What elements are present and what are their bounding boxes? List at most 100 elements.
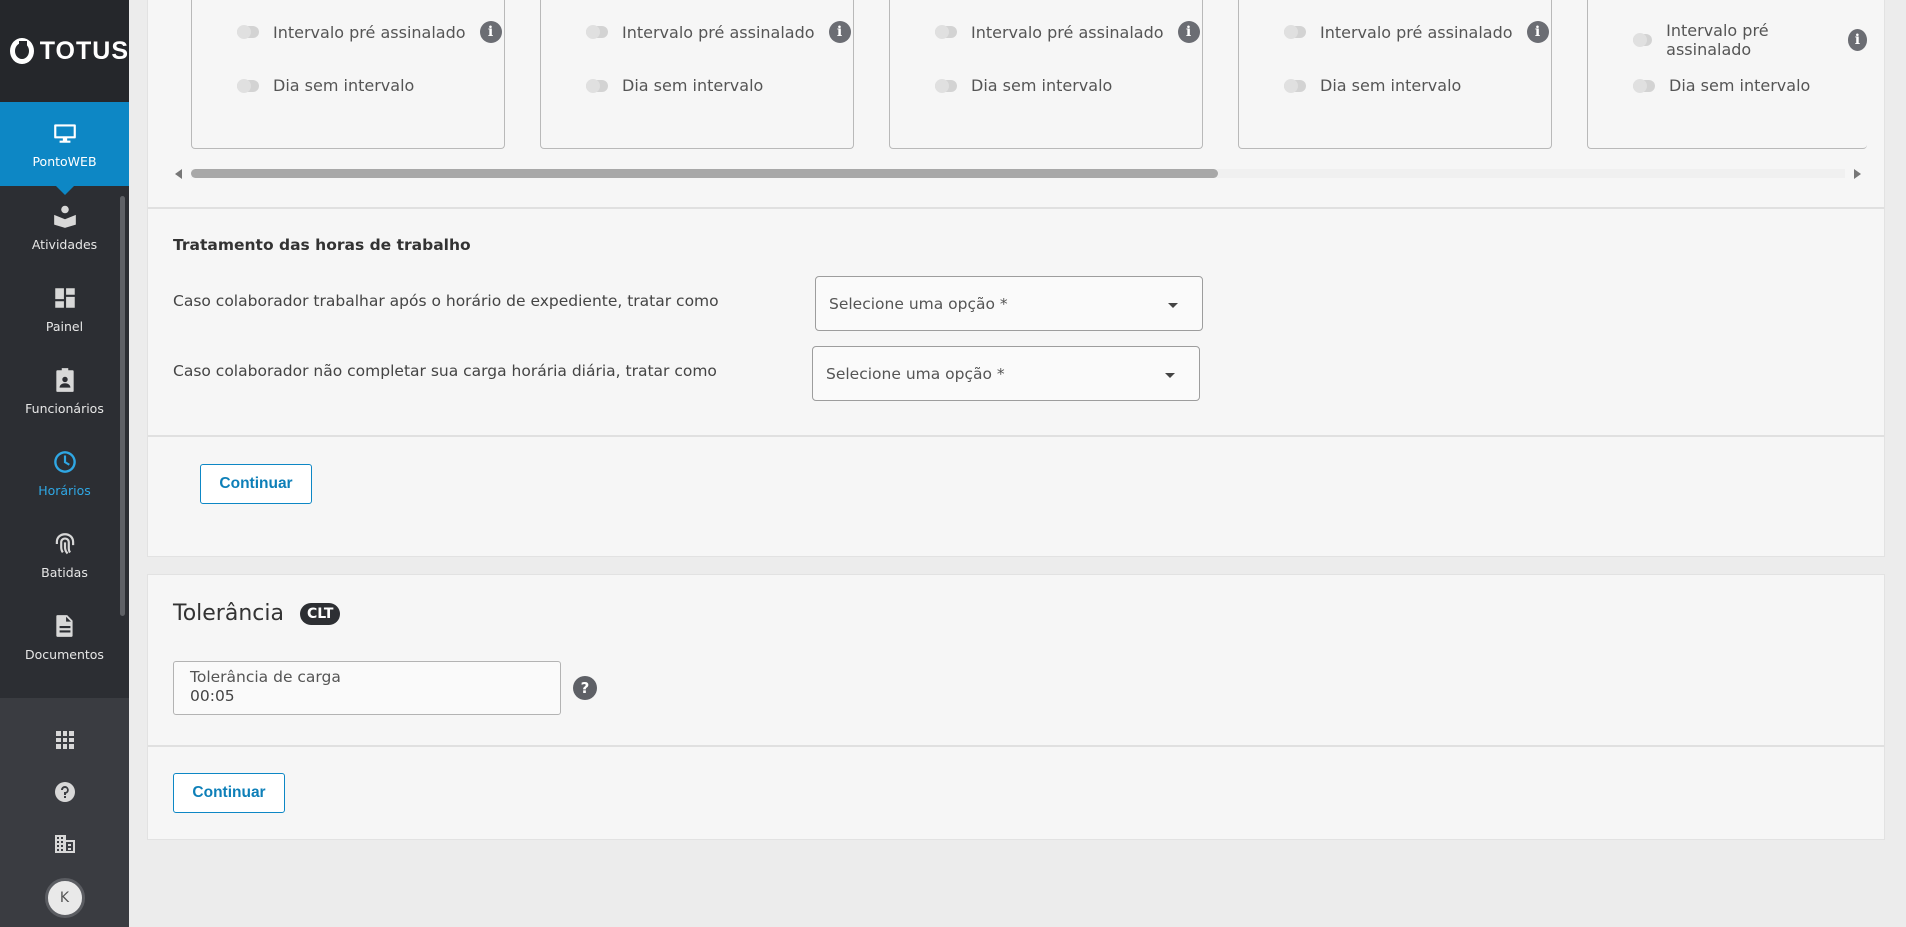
info-icon[interactable]: i [1526, 21, 1549, 43]
book-user-icon [53, 205, 76, 228]
day-card: Intervalo pré assinalado i Dia sem inter… [1587, 0, 1867, 149]
document-icon [55, 614, 73, 637]
sidebar-item-label: Painel [45, 318, 84, 334]
cards-horizontal-scrollbar[interactable] [173, 166, 1863, 180]
load-tolerance-value: 00:05 [190, 687, 235, 705]
sidebar-item-label: Documentos [25, 646, 104, 662]
sidebar-scrollbar[interactable] [120, 196, 125, 616]
toggle-row-no-break: Dia sem intervalo [935, 76, 1112, 95]
badge-icon [55, 367, 74, 392]
fingerprint-icon [55, 532, 74, 554]
continue-button[interactable]: Continuar [200, 464, 312, 504]
toggle-label: Intervalo pré assinalado [273, 22, 466, 42]
monitor-icon [53, 123, 76, 143]
sidebar-nav: PontoWEB Atividades Painel Funcionários … [0, 102, 129, 697]
divider [148, 745, 1884, 747]
undertime-select[interactable]: Selecione uma opção * [812, 346, 1200, 401]
divider [148, 207, 1884, 209]
toggle-row-pre-assigned: Intervalo pré assinalado i [935, 21, 1200, 43]
info-icon[interactable]: i [1847, 29, 1867, 51]
sidebar-item-pontoweb[interactable]: PontoWEB [0, 102, 129, 195]
undertime-select-value: Selecione uma opção * [826, 364, 1005, 383]
schedule-panel: Intervalo pré assinalado i Dia sem inter… [147, 0, 1885, 557]
no-break-toggle[interactable] [935, 78, 957, 93]
sidebar-item-label: Batidas [41, 564, 88, 580]
sidebar-item-horarios[interactable]: Horários [0, 432, 129, 514]
pre-assigned-toggle[interactable] [935, 25, 957, 39]
help-button[interactable] [0, 766, 129, 818]
help-icon[interactable]: ? [573, 676, 597, 700]
work-hours-title: Tratamento das horas de trabalho [173, 236, 471, 254]
help-circle-icon [54, 782, 75, 802]
scroll-left-arrow-icon[interactable] [175, 169, 182, 179]
continue-button[interactable]: Continuar [173, 773, 285, 813]
day-card: Intervalo pré assinalado i Dia sem inter… [1238, 0, 1552, 149]
toggle-label: Dia sem intervalo [622, 76, 764, 95]
pre-assigned-toggle[interactable] [237, 25, 259, 39]
chevron-down-icon [1168, 303, 1178, 308]
no-break-toggle[interactable] [1633, 78, 1655, 93]
clock-icon [53, 450, 76, 473]
undertime-label: Caso colaborador não completar sua carga… [173, 362, 717, 380]
day-card: Intervalo pré assinalado i Dia sem inter… [191, 0, 505, 149]
load-tolerance-field[interactable]: Tolerância de carga 00:05 [173, 661, 561, 715]
info-icon[interactable]: i [828, 21, 851, 43]
toggle-label: Intervalo pré assinalado [971, 22, 1164, 42]
toggle-row-no-break: Dia sem intervalo [1284, 76, 1461, 95]
brand-logo[interactable]: TOTUS [0, 0, 129, 102]
chevron-down-icon [1165, 373, 1175, 378]
toggle-label: Dia sem intervalo [1320, 76, 1462, 95]
sidebar-item-label: Atividades [31, 236, 98, 252]
info-icon[interactable]: i [479, 21, 502, 43]
sidebar: TOTUS PontoWEB Atividades Painel Funcion… [0, 0, 129, 927]
day-card: Intervalo pré assinalado i Dia sem inter… [889, 0, 1203, 149]
no-break-toggle[interactable] [1284, 78, 1306, 93]
pre-assigned-toggle[interactable] [1284, 25, 1306, 39]
no-break-toggle[interactable] [237, 78, 259, 93]
toggle-label: Dia sem intervalo [971, 76, 1113, 95]
brand-name: TOTUS [39, 36, 129, 65]
no-break-toggle[interactable] [586, 78, 608, 93]
totvs-logo-icon [10, 38, 34, 64]
divider [148, 435, 1884, 437]
sidebar-item-label: PontoWEB [32, 153, 97, 169]
sidebar-footer: K [0, 698, 129, 927]
overtime-select[interactable]: Selecione uma opção * [815, 276, 1203, 331]
company-button[interactable] [0, 818, 129, 870]
toggle-row-pre-assigned: Intervalo pré assinalado i [1284, 21, 1549, 43]
sidebar-item-batidas[interactable]: Batidas [0, 514, 129, 596]
toggle-row-pre-assigned: Intervalo pré assinalado i [1633, 21, 1867, 59]
toggle-label: Dia sem intervalo [273, 76, 415, 95]
info-icon[interactable]: i [1177, 21, 1200, 43]
toggle-row-no-break: Dia sem intervalo [237, 76, 414, 95]
toggle-label: Intervalo pré assinalado [1666, 21, 1769, 59]
toggle-label: Dia sem intervalo [1669, 76, 1811, 95]
pre-assigned-toggle[interactable] [586, 25, 608, 39]
main-content: Intervalo pré assinalado i Dia sem inter… [129, 0, 1906, 927]
user-avatar[interactable]: K [44, 878, 85, 918]
sidebar-item-documentos[interactable]: Documentos [0, 596, 129, 678]
day-card: Intervalo pré assinalado i Dia sem inter… [540, 0, 854, 149]
building-icon [54, 835, 75, 853]
tolerance-heading: Tolerância CLT [173, 601, 341, 626]
apps-grid-icon [55, 731, 74, 749]
sidebar-item-label: Horários [38, 482, 91, 498]
sidebar-item-label: Funcionários [25, 400, 104, 416]
pre-assigned-toggle[interactable] [1633, 33, 1653, 47]
sidebar-item-funcionarios[interactable]: Funcionários [0, 350, 129, 432]
sidebar-item-atividades[interactable]: Atividades [0, 186, 129, 268]
overtime-select-value: Selecione uma opção * [829, 294, 1008, 313]
overtime-label: Caso colaborador trabalhar após o horári… [173, 292, 719, 310]
sidebar-item-painel[interactable]: Painel [0, 268, 129, 350]
toggle-label: Intervalo pré assinalado [622, 22, 815, 42]
toggle-row-pre-assigned: Intervalo pré assinalado i [586, 21, 851, 43]
load-tolerance-label: Tolerância de carga [190, 668, 341, 686]
tolerance-panel: Tolerância CLT Tolerância de carga 00:05… [147, 574, 1885, 840]
toggle-label: Intervalo pré assinalado [1320, 22, 1513, 42]
apps-button[interactable] [0, 714, 129, 766]
scroll-thumb[interactable] [191, 169, 1218, 178]
tolerance-title: Tolerância [173, 601, 284, 626]
scroll-right-arrow-icon[interactable] [1854, 169, 1861, 179]
dashboard-icon [54, 287, 75, 308]
clt-badge: CLT [299, 602, 341, 625]
